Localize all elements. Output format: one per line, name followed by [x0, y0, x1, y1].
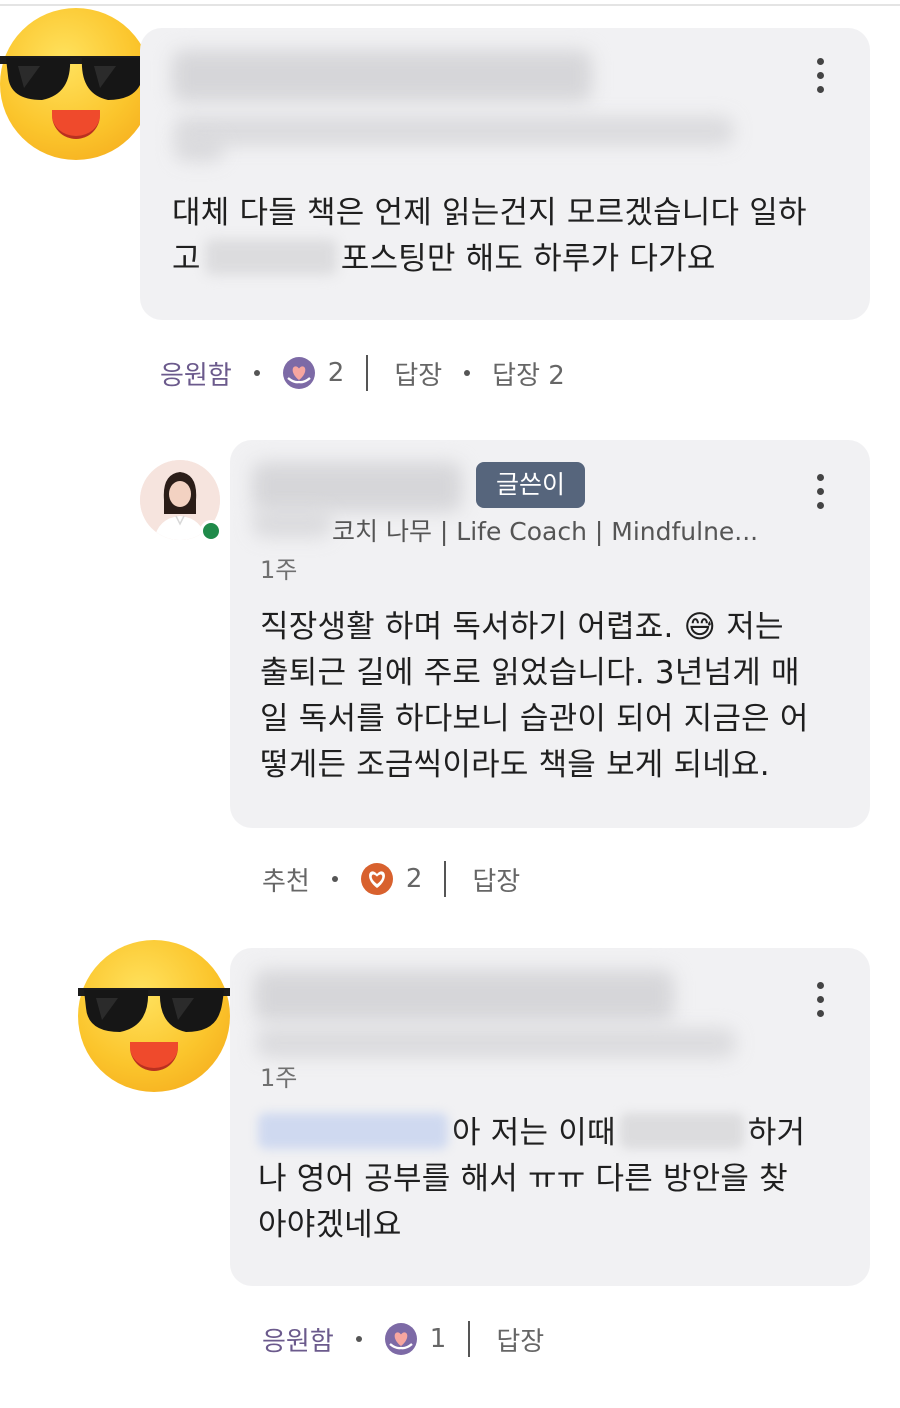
cheer-button[interactable]: 응원함	[262, 1321, 334, 1358]
blurred-author-name	[252, 462, 462, 512]
comment-text: 대체 다들 책은 언제 읽는건지 모르겠습니다 일하 고 포스팅만 해도 하루가 …	[172, 190, 852, 282]
commenter-avatar-sunglasses-icon[interactable]	[0, 8, 152, 160]
blurred-author-info	[256, 1028, 736, 1058]
comment-text-line: 아 저는 이때 하거	[258, 1110, 858, 1156]
recommend-button[interactable]: 추천	[262, 861, 310, 898]
sunglasses-icon	[0, 56, 152, 100]
blurred-author-name	[172, 50, 592, 102]
reaction-count: 2	[327, 358, 345, 388]
more-options-icon[interactable]	[800, 978, 840, 1022]
more-options-icon[interactable]	[800, 470, 840, 514]
reply-actions: 추천 2 답장	[262, 858, 520, 900]
more-options-icon[interactable]	[800, 54, 840, 98]
grinning-sweat-emoji-icon: 😅	[683, 609, 717, 645]
blurred-mention	[258, 1113, 448, 1149]
reply-button[interactable]: 답장	[472, 861, 520, 898]
online-status-dot	[200, 520, 222, 542]
view-replies-link[interactable]: 답장 2	[492, 355, 565, 392]
smile	[52, 110, 100, 139]
blurred-author-info	[252, 510, 332, 538]
reply-bubble: 1주 아 저는 이때 하거 나 영어 공부를 해서 ㅠㅠ 다른 방안을 찾 아야겠…	[230, 948, 870, 1286]
comment-text-part: 하거	[747, 1115, 806, 1151]
reply-button[interactable]: 답장	[496, 1321, 544, 1358]
author-avatar[interactable]	[140, 460, 222, 542]
comment-text-line: 아야겠네요	[258, 1207, 402, 1243]
comment-text-line: 고 포스팅만 해도 하루가 다가요	[172, 236, 852, 282]
comment-text-line: 출퇴근 길에 주로 읽었습니다. 3년넘게 매	[260, 655, 800, 691]
reaction-count: 2	[405, 864, 423, 894]
separator-bar	[366, 355, 369, 391]
comment-text-part: 아 저는 이때	[452, 1115, 616, 1151]
reaction-count: 1	[429, 1324, 447, 1354]
comment-time: 1주	[260, 1064, 298, 1092]
comment-text-part: 저는	[726, 609, 784, 645]
comment-text-line: 나 영어 공부를 해서 ㅠㅠ 다른 방안을 찾	[258, 1161, 788, 1197]
blurred-time	[174, 136, 224, 162]
top-divider	[0, 4, 900, 6]
cheer-hands-heart-icon[interactable]	[282, 356, 316, 390]
comment-text-part: 직장생활 하며 독서하기 어렵죠.	[260, 609, 674, 645]
smile	[130, 1042, 178, 1071]
separator-dot	[331, 876, 338, 882]
separator-bar	[444, 861, 447, 897]
author-subtitle: 코치 나무 | Life Coach | Mindfulne...	[332, 517, 759, 546]
comment-text-line: 직장생활 하며 독서하기 어렵죠. 😅 저는	[260, 604, 850, 650]
blurred-text	[619, 1113, 744, 1149]
comment-text-line: 떻게든 조금씩이라도 책을 보게 되네요.	[260, 747, 770, 783]
separator-dot	[253, 370, 260, 376]
separator-dot	[464, 370, 471, 376]
blurred-text	[204, 239, 337, 275]
reply-bubble: 글쓴이 코치 나무 | Life Coach | Mindfulne... 1주…	[230, 440, 870, 828]
separator-dot	[355, 1336, 362, 1342]
heart-icon[interactable]	[360, 862, 394, 896]
comment-text: 직장생활 하며 독서하기 어렵죠. 😅 저는 출퇴근 길에 주로 읽었습니다. …	[260, 604, 850, 788]
reply-button[interactable]: 답장	[394, 355, 442, 392]
comment-text-suffix: 포스팅만 해도 하루가 다가요	[340, 241, 716, 277]
sunglasses-icon	[78, 988, 230, 1032]
comment-actions: 응원함 2 답장 답장 2	[160, 352, 565, 394]
comment-text: 아 저는 이때 하거 나 영어 공부를 해서 ㅠㅠ 다른 방안을 찾 아야겠네요	[258, 1110, 858, 1248]
blurred-author-name	[254, 970, 674, 1022]
reply-actions: 응원함 1 답장	[262, 1318, 544, 1360]
commenter-avatar-sunglasses-icon[interactable]	[78, 940, 230, 1092]
cheer-button[interactable]: 응원함	[160, 355, 232, 392]
blurred-author-info	[174, 116, 734, 146]
cheer-hands-heart-icon[interactable]	[384, 1322, 418, 1356]
comment-text-prefix: 고	[172, 241, 201, 277]
separator-bar	[468, 1321, 471, 1357]
comment-text-line: 일 독서를 하다보니 습관이 되어 지금은 어	[260, 701, 809, 737]
comment-text-line: 대체 다들 책은 언제 읽는건지 모르겠습니다 일하	[172, 195, 807, 231]
comment-bubble: 대체 다들 책은 언제 읽는건지 모르겠습니다 일하 고 포스팅만 해도 하루가 …	[140, 28, 870, 320]
comment-time: 1주	[260, 556, 298, 584]
author-badge: 글쓴이	[476, 462, 586, 508]
